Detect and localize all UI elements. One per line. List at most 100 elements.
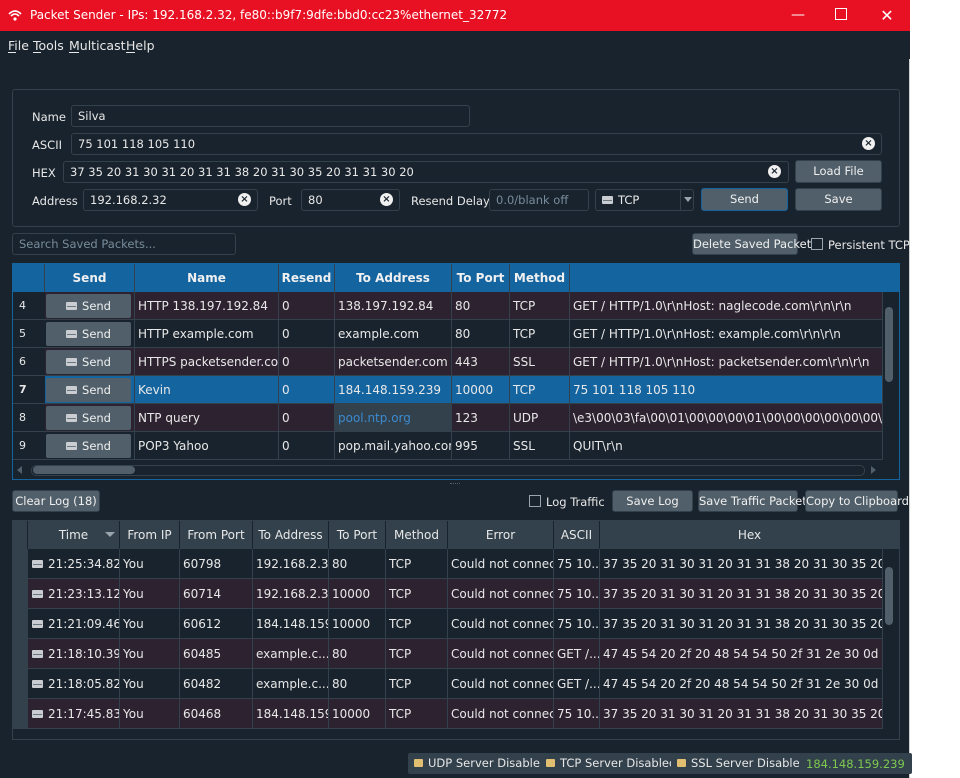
maximize-icon[interactable] xyxy=(818,0,864,31)
cell-resend[interactable]: 0 xyxy=(279,292,335,320)
cell-port[interactable]: 80 xyxy=(452,292,510,320)
clear-address-icon[interactable]: × xyxy=(238,193,251,206)
col-resend[interactable]: Resend xyxy=(279,264,335,292)
cell-data[interactable]: GET / HTTP/1.0\r\nHost: example.com\r\n\… xyxy=(570,320,883,348)
log-vertical-scrollbar[interactable] xyxy=(883,549,895,735)
cell-method[interactable]: SSL xyxy=(510,432,570,460)
menu-tools[interactable]: Tools xyxy=(33,38,64,53)
row-send-button[interactable]: Send xyxy=(46,378,131,402)
menu-help[interactable]: Help xyxy=(126,38,155,53)
splitter-handle[interactable] xyxy=(450,483,460,486)
cell-resend[interactable]: 0 xyxy=(279,376,335,404)
cell-name[interactable]: NTP query xyxy=(135,404,279,432)
saved-packet-row[interactable]: 9 Send POP3 Yahoo 0 pop.mail.yahoo.com 995 SSL… xyxy=(13,432,883,460)
cell-method[interactable]: TCP xyxy=(510,376,570,404)
cell-addr[interactable]: pop.mail.yahoo.com xyxy=(335,432,452,460)
udp-server-status[interactable]: UDP Server Disabled xyxy=(408,753,554,774)
menu-file[interactable]: File xyxy=(8,38,29,53)
cell-method[interactable]: SSL xyxy=(510,348,570,376)
cell-name[interactable]: HTTPS packetsender.com xyxy=(135,348,279,376)
log-row[interactable]: 21:23:13.124You60714192.168.2.3210000TCP… xyxy=(13,579,883,609)
send-button[interactable]: Send xyxy=(701,188,788,211)
saved-packet-row[interactable]: 7 Send Kevin 0 184.148.159.239 10000 TCP 75 101… xyxy=(13,376,883,404)
col-to-port-log[interactable]: To Port xyxy=(329,521,386,549)
name-input[interactable]: Silva xyxy=(71,105,470,127)
cell-name[interactable]: HTTP 138.197.192.84 xyxy=(135,292,279,320)
col-from-ip[interactable]: From IP xyxy=(120,521,180,549)
cell-name[interactable]: Kevin xyxy=(135,376,279,404)
save-traffic-packet-button[interactable]: Save Traffic Packet xyxy=(698,490,807,512)
chevron-down-icon[interactable] xyxy=(684,197,692,202)
cell-resend[interactable]: 0 xyxy=(279,404,335,432)
tcp-server-status[interactable]: TCP Server Disabled xyxy=(540,753,683,774)
cell-data[interactable]: GET / HTTP/1.0\r\nHost: naglecode.com\r\… xyxy=(570,292,883,320)
saved-packet-row[interactable]: 8 Send NTP query 0 pool.ntp.org 123 UDP \e3\00\… xyxy=(13,404,883,432)
col-send[interactable]: Send xyxy=(45,264,135,292)
col-method-log[interactable]: Method xyxy=(386,521,448,549)
cell-method[interactable]: TCP xyxy=(510,292,570,320)
cell-port[interactable]: 80 xyxy=(452,320,510,348)
cell-addr[interactable]: 184.148.159.239 xyxy=(335,376,452,404)
clear-hex-icon[interactable]: × xyxy=(768,165,781,178)
minimize-icon[interactable]: — xyxy=(775,0,821,31)
clear-ascii-icon[interactable]: × xyxy=(862,137,875,150)
public-ip-status[interactable]: 184.148.159.239 xyxy=(799,753,912,774)
ssl-server-status[interactable]: SSL Server Disabled xyxy=(671,753,813,774)
cell-data[interactable]: GET / HTTP/1.0\r\nHost: packetsender.com… xyxy=(570,348,883,376)
copy-to-clipboard-button[interactable]: Copy to Clipboard xyxy=(805,490,909,512)
row-send-button[interactable]: Send xyxy=(46,406,131,430)
col-from-port[interactable]: From Port xyxy=(180,521,253,549)
ascii-input[interactable]: 75 101 118 105 110 xyxy=(71,133,882,155)
row-send-button[interactable]: Send xyxy=(46,434,131,458)
cell-data[interactable]: 75 101 118 105 110 xyxy=(570,376,883,404)
log-row[interactable]: 21:18:10.398You60485example.c...80TCPCou… xyxy=(13,639,883,669)
cell-method[interactable]: TCP xyxy=(510,320,570,348)
saved-packet-row[interactable]: 5 Send HTTP example.com 0 example.com 80 TCP GE… xyxy=(13,320,883,348)
cell-addr[interactable]: packetsender.com xyxy=(335,348,452,376)
col-data[interactable] xyxy=(570,264,899,292)
cell-addr[interactable]: 138.197.192.84 xyxy=(335,292,452,320)
clear-port-icon[interactable]: × xyxy=(380,193,393,206)
cell-method[interactable]: UDP xyxy=(510,404,570,432)
menu-multicast[interactable]: Multicast xyxy=(69,38,126,53)
cell-resend[interactable]: 0 xyxy=(279,320,335,348)
cell-name[interactable]: HTTP example.com xyxy=(135,320,279,348)
saved-packet-row[interactable]: 4 Send HTTP 138.197.192.84 0 138.197.192.84 8… xyxy=(13,292,883,320)
col-error[interactable]: Error xyxy=(448,521,554,549)
persistent-tcp-checkbox[interactable] xyxy=(811,238,823,250)
save-button[interactable]: Save xyxy=(795,188,882,211)
log-row[interactable]: 21:21:09.469You60612184.148.159...10000T… xyxy=(13,609,883,639)
delete-saved-button[interactable]: Delete Saved Packet xyxy=(692,233,811,255)
cell-name[interactable]: POP3 Yahoo xyxy=(135,432,279,460)
cell-data[interactable]: \e3\00\03\fa\00\01\00\00\00\01\00\00\00\… xyxy=(570,404,883,432)
saved-vertical-scrollbar[interactable] xyxy=(883,292,895,462)
load-file-button[interactable]: Load File xyxy=(795,160,882,183)
col-name[interactable]: Name xyxy=(135,264,279,292)
clear-log-button[interactable]: Clear Log (18) xyxy=(12,490,100,512)
cell-port[interactable]: 10000 xyxy=(452,376,510,404)
row-send-button[interactable]: Send xyxy=(46,294,131,318)
cell-data[interactable]: QUIT\r\n xyxy=(570,432,883,460)
col-time[interactable]: Time xyxy=(28,521,120,549)
cell-resend[interactable]: 0 xyxy=(279,432,335,460)
cell-resend[interactable]: 0 xyxy=(279,348,335,376)
col-to-address-log[interactable]: To Address xyxy=(253,521,329,549)
cell-port[interactable]: 443 xyxy=(452,348,510,376)
cell-addr[interactable]: pool.ntp.org xyxy=(335,404,452,432)
cell-addr[interactable]: example.com xyxy=(335,320,452,348)
col-to-port[interactable]: To Port xyxy=(452,264,510,292)
col-to-address[interactable]: To Address xyxy=(335,264,452,292)
search-saved-input[interactable]: Search Saved Packets... xyxy=(12,233,236,255)
resend-delay-input[interactable]: 0.0/blank off xyxy=(489,189,589,211)
saved-horizontal-scrollbar[interactable] xyxy=(13,462,899,477)
col-hex[interactable]: Hex xyxy=(600,521,899,549)
save-log-button[interactable]: Save Log xyxy=(612,490,693,512)
saved-packet-row[interactable]: 6 Send HTTPS packetsender.com 0 packetsender… xyxy=(13,348,883,376)
col-ascii[interactable]: ASCII xyxy=(554,521,600,549)
col-method[interactable]: Method xyxy=(510,264,570,292)
hex-input[interactable]: 37 35 20 31 30 31 20 31 31 38 20 31 30 3… xyxy=(63,161,789,183)
log-row[interactable]: 21:17:45.832You60468184.148.159...10000T… xyxy=(13,699,883,729)
log-row[interactable]: 21:25:34.828You60798192.168.2.3280TCPCou… xyxy=(13,549,883,579)
close-icon[interactable]: ✕ xyxy=(864,0,910,31)
row-send-button[interactable]: Send xyxy=(46,350,131,374)
